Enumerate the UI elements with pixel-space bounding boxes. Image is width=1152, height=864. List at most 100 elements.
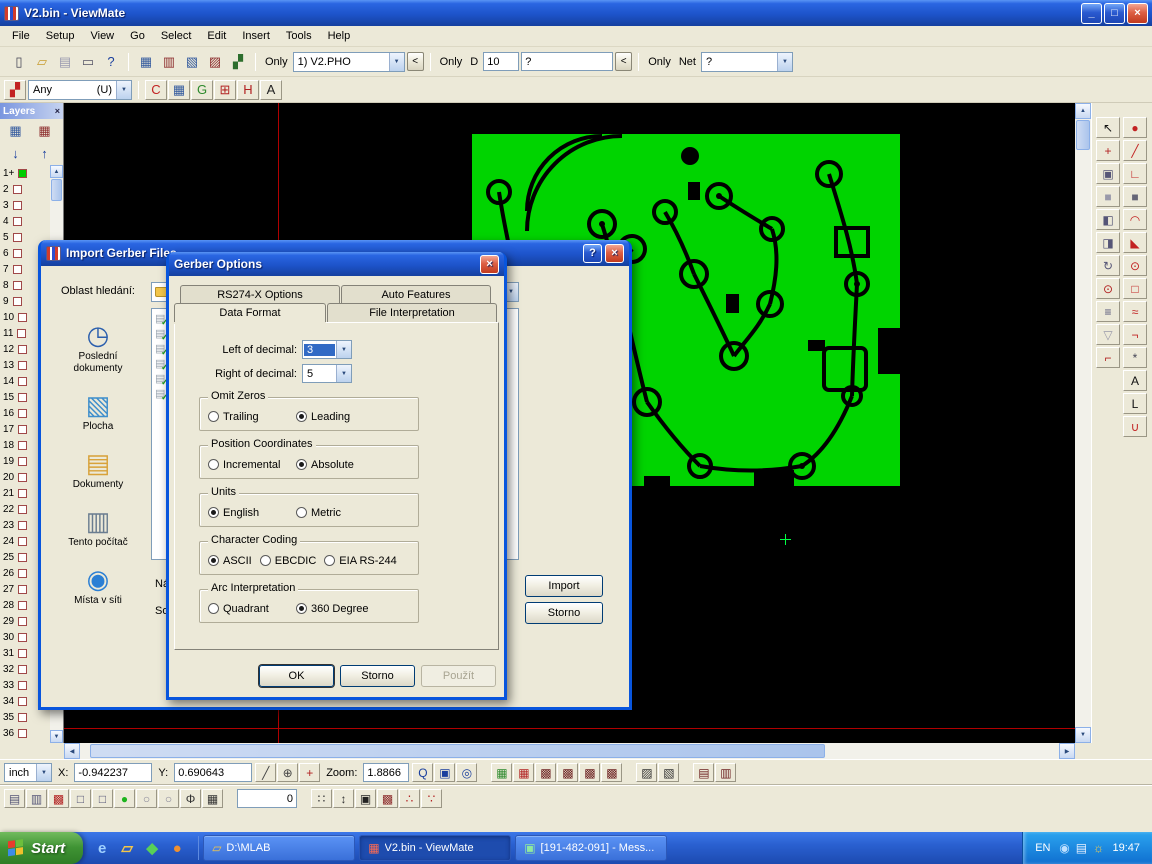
active-layer-combo[interactable]: 1) V2.PHO ▼ xyxy=(293,52,405,72)
scroll-up-icon[interactable]: ▲ xyxy=(1075,103,1091,119)
menu-go[interactable]: Go xyxy=(122,28,153,44)
layer-row-4[interactable]: 4 xyxy=(0,213,50,229)
dark-grid-icon-2[interactable]: ▩ xyxy=(557,763,578,782)
layers-stack-icon[interactable]: ▤ xyxy=(4,789,25,808)
aperture-pattern-icon[interactable]: ▥ xyxy=(158,52,180,72)
radio-360-degree[interactable]: 360 Degree xyxy=(296,603,369,615)
pattern-black-icon[interactable]: ▣ xyxy=(355,789,376,808)
previous-dcode-button[interactable]: < xyxy=(615,52,632,71)
ok-button[interactable]: OK xyxy=(259,665,334,687)
radio-ebcdic[interactable]: EBCDIC xyxy=(260,555,317,567)
triangle-outline-icon[interactable]: ▽ xyxy=(1096,324,1120,345)
menu-setup[interactable]: Setup xyxy=(38,28,83,44)
tab-file-interpretation[interactable]: File Interpretation xyxy=(327,303,497,322)
start-button[interactable]: Start xyxy=(0,832,83,864)
radio-circle[interactable] xyxy=(208,507,219,518)
radio-incremental[interactable]: Incremental xyxy=(208,459,288,471)
cancel-button[interactable]: Storno xyxy=(340,665,415,687)
dropdown-icon[interactable]: ▼ xyxy=(116,81,131,99)
radio-circle[interactable] xyxy=(296,459,307,470)
menu-insert[interactable]: Insert xyxy=(234,28,278,44)
scrollbar-track[interactable] xyxy=(80,743,1059,759)
filled-square-icon[interactable]: ■ xyxy=(1096,186,1120,207)
radio-english[interactable]: English xyxy=(208,507,288,519)
draw-filled-rect-icon[interactable]: ■ xyxy=(1123,186,1147,207)
frame-icon-1[interactable]: □ xyxy=(70,789,91,808)
dropdown-icon[interactable]: ▼ xyxy=(36,764,51,781)
layers-panel-header[interactable]: Layers × xyxy=(0,103,63,119)
layer-up-icon[interactable]: ↑ xyxy=(31,144,58,163)
dcode-filter-field[interactable]: ? xyxy=(521,52,613,71)
left-of-decimal-combo[interactable]: 3 ▼ xyxy=(302,340,352,359)
dark-grid-icon-3[interactable]: ▩ xyxy=(579,763,600,782)
radio-eia-rs-244[interactable]: EIA RS-244 xyxy=(324,555,396,567)
green-dot-icon[interactable]: ● xyxy=(114,789,135,808)
radio-absolute[interactable]: Absolute xyxy=(296,459,354,471)
dropdown-icon[interactable]: ▼ xyxy=(777,53,792,71)
dropdown-icon[interactable]: ▼ xyxy=(336,341,351,358)
net-pattern-icon[interactable]: ▨ xyxy=(204,52,226,72)
layer-color-swatch[interactable] xyxy=(13,281,22,290)
grid-red-icon[interactable]: ⊞ xyxy=(214,80,236,100)
letter-a-icon[interactable]: A xyxy=(260,80,282,100)
layer-color-swatch[interactable] xyxy=(18,361,27,370)
layer-table-red-icon[interactable]: ▦ xyxy=(31,121,58,140)
layer-color-swatch[interactable] xyxy=(17,329,26,338)
zoom-window-icon[interactable]: ▣ xyxy=(434,763,455,782)
measure-diagonal-icon[interactable]: ╱ xyxy=(255,763,276,782)
settings-asterisk-icon[interactable]: * xyxy=(1123,347,1147,368)
import-dialog-close-button[interactable]: × xyxy=(605,244,624,263)
only-net-label[interactable]: Only xyxy=(645,56,674,68)
layer-color-swatch[interactable] xyxy=(18,617,27,626)
dark-grid-icon-4[interactable]: ▩ xyxy=(601,763,622,782)
layer-color-swatch[interactable] xyxy=(13,201,22,210)
dotted-grid-icon[interactable]: ∷ xyxy=(311,789,332,808)
gerber-options-title-bar[interactable]: Gerber Options × xyxy=(169,252,504,276)
layer-color-swatch[interactable] xyxy=(18,313,27,322)
zoom-in-icon[interactable]: Q xyxy=(412,763,433,782)
layer-color-swatch[interactable] xyxy=(18,569,27,578)
phi-icon[interactable]: Φ xyxy=(180,789,201,808)
close-button[interactable]: × xyxy=(1127,3,1148,24)
context-help-icon[interactable]: ? xyxy=(100,52,122,72)
open-folder-icon[interactable]: ▱ xyxy=(31,52,53,72)
menu-select[interactable]: Select xyxy=(153,28,200,44)
place-desktop[interactable]: ▧Plocha xyxy=(54,384,142,442)
mixed-grid-icon-1[interactable]: ▤ xyxy=(693,763,714,782)
draw-circle-icon[interactable]: ⊙ xyxy=(1123,255,1147,276)
menu-tools[interactable]: Tools xyxy=(278,28,320,44)
layer-color-swatch[interactable] xyxy=(18,377,27,386)
draw-line-icon[interactable]: ╱ xyxy=(1123,140,1147,161)
layer-color-swatch[interactable] xyxy=(13,233,22,242)
import-button[interactable]: Import xyxy=(525,575,603,597)
text-tool-icon[interactable]: A xyxy=(1123,370,1147,391)
scroll-down-icon[interactable]: ▼ xyxy=(1075,727,1091,743)
menu-view[interactable]: View xyxy=(82,28,122,44)
place-my-computer[interactable]: ▥Tento počítač xyxy=(54,500,142,558)
radio-circle[interactable] xyxy=(208,411,219,422)
layer-color-swatch[interactable] xyxy=(18,665,27,674)
tab-data-format[interactable]: Data Format xyxy=(174,303,326,322)
layer-color-swatch[interactable] xyxy=(18,409,27,418)
update-tray-icon[interactable]: ☼ xyxy=(1090,838,1106,858)
aperture-filter-combo[interactable]: Any (U) ▼ xyxy=(28,80,132,100)
layer-color-swatch[interactable] xyxy=(13,185,22,194)
folder-shortcut-icon[interactable]: ▱ xyxy=(118,838,136,858)
draw-point-icon[interactable]: ● xyxy=(1123,117,1147,138)
radio-metric[interactable]: Metric xyxy=(296,507,341,519)
selection-box-icon[interactable]: ▣ xyxy=(1096,163,1120,184)
only-dcode-label[interactable]: Only xyxy=(437,56,466,68)
layer-color-swatch[interactable] xyxy=(18,585,27,594)
scroll-right-icon[interactable]: ▶ xyxy=(1059,743,1075,759)
layer-color-swatch[interactable] xyxy=(18,553,27,562)
radio-quadrant[interactable]: Quadrant xyxy=(208,603,288,615)
letter-g-icon[interactable]: G xyxy=(191,80,213,100)
red-white-grid-icon[interactable]: ▩ xyxy=(48,789,69,808)
radio-leading[interactable]: Leading xyxy=(296,411,350,423)
dcode-field[interactable]: 10 xyxy=(483,52,519,71)
menu-file[interactable]: File xyxy=(4,28,38,44)
highlight-selection-icon[interactable]: ▞ xyxy=(4,80,26,100)
scrollbar-thumb[interactable] xyxy=(90,744,825,758)
lamp-off-icon-2[interactable]: ○ xyxy=(158,789,179,808)
zoom-point-icon[interactable]: ◎ xyxy=(456,763,477,782)
